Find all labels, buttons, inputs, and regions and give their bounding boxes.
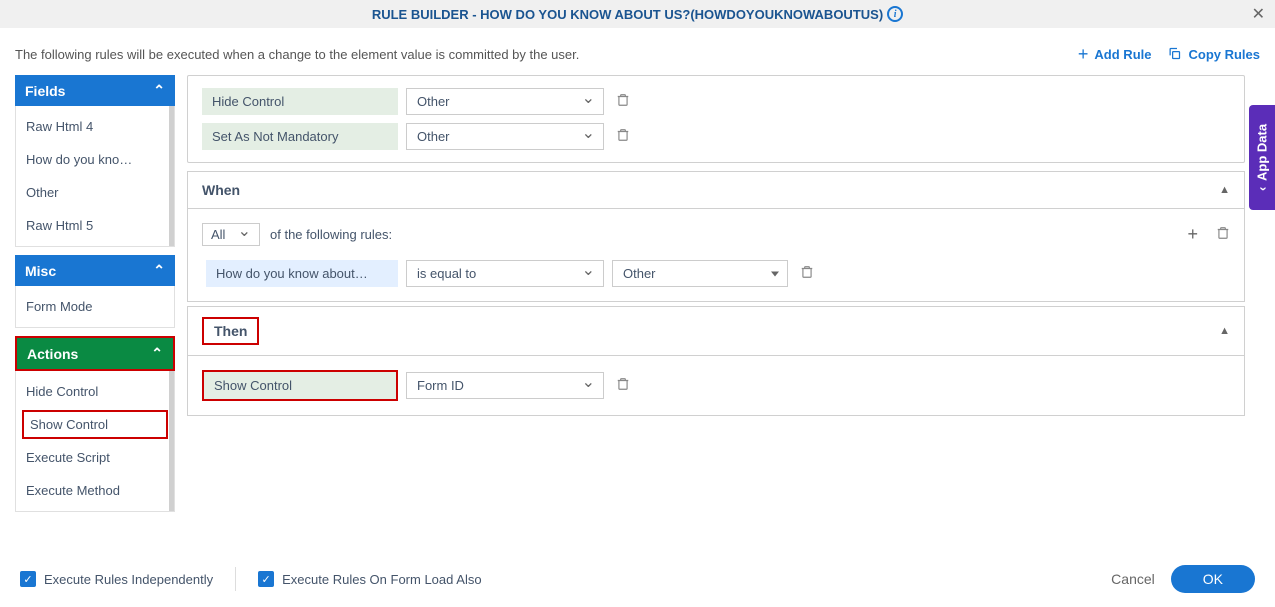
close-icon[interactable]: ✕ [1252, 4, 1265, 24]
operator-select[interactable]: is equal to [406, 260, 604, 287]
trash-icon[interactable] [800, 264, 814, 283]
checkbox-execute-independently[interactable]: ✓ Execute Rules Independently [20, 571, 213, 587]
sidebar-item-executemethod[interactable]: Execute Method [16, 474, 174, 507]
action-chip-showcontrol[interactable]: Show Control [202, 370, 398, 401]
sub-header-actions: + Add Rule Copy Rules [1078, 44, 1260, 65]
dialog-header: RULE BUILDER - HOW DO YOU KNOW ABOUT US?… [0, 0, 1275, 28]
then-label: Then [202, 317, 259, 345]
sub-header-text: The following rules will be executed whe… [15, 47, 579, 62]
checkbox-icon: ✓ [258, 571, 274, 587]
info-icon[interactable]: i [887, 6, 903, 22]
checkbox-execute-onload[interactable]: ✓ Execute Rules On Form Load Also [258, 571, 481, 587]
sidebar-item-howdoyouknow[interactable]: How do you kno… [16, 143, 174, 176]
divider [235, 567, 236, 591]
copy-icon [1167, 46, 1182, 64]
ok-button[interactable]: OK [1171, 565, 1255, 593]
sidebar-item-showcontrol[interactable]: Show Control [22, 410, 168, 439]
then-header: Then ▲ [187, 306, 1245, 355]
misc-section-body: Form Mode [15, 286, 175, 328]
sub-header: The following rules will be executed whe… [0, 28, 1275, 75]
trash-icon[interactable] [616, 92, 630, 111]
target-select-formid[interactable]: Form ID [406, 372, 604, 399]
sidebar-item-rawhtml4[interactable]: Raw Html 4 [16, 110, 174, 143]
dialog-title: RULE BUILDER - HOW DO YOU KNOW ABOUT US?… [372, 7, 883, 22]
actions-section-body: Hide Control Show Control Execute Script… [15, 371, 175, 512]
checkbox-label: Execute Rules Independently [44, 572, 213, 587]
condition-row: How do you know about… is equal to Other [202, 260, 1230, 287]
fields-section-header[interactable]: Fields ⌃ [15, 75, 175, 106]
dialog-title-wrap: RULE BUILDER - HOW DO YOU KNOW ABOUT US?… [372, 6, 903, 22]
checkbox-label: Execute Rules On Form Load Also [282, 572, 481, 587]
trash-icon[interactable] [616, 376, 630, 395]
action-chip-hidecontrol[interactable]: Hide Control [202, 88, 398, 115]
fields-section-label: Fields [25, 83, 65, 99]
trash-icon[interactable] [616, 127, 630, 146]
quantifier-suffix: of the following rules: [270, 227, 392, 242]
add-rule-label: Add Rule [1094, 47, 1151, 62]
target-select-other[interactable]: Other [406, 123, 604, 150]
collapse-up-icon[interactable]: ▲ [1219, 325, 1230, 337]
rule-row: Hide Control Other [202, 88, 1230, 115]
copy-rules-label: Copy Rules [1188, 47, 1260, 62]
when-body: All of the following rules: + How do you… [187, 208, 1245, 302]
when-label: When [202, 182, 240, 198]
app-data-tab[interactable]: ‹ App Data [1249, 105, 1275, 210]
value-select[interactable]: Other [612, 260, 788, 287]
copy-rules-button[interactable]: Copy Rules [1167, 44, 1260, 65]
checkbox-icon: ✓ [20, 571, 36, 587]
rule-row: Set As Not Mandatory Other [202, 123, 1230, 150]
sidebar-item-other[interactable]: Other [16, 176, 174, 209]
add-condition-icon[interactable]: + [1187, 224, 1198, 245]
add-rule-button[interactable]: + Add Rule [1078, 44, 1152, 65]
footer: ✓ Execute Rules Independently ✓ Execute … [0, 550, 1275, 607]
target-select-other[interactable]: Other [406, 88, 604, 115]
misc-section-header[interactable]: Misc ⌃ [15, 255, 175, 286]
plus-icon: + [1078, 44, 1089, 65]
actions-section-label: Actions [27, 346, 78, 362]
then-body: Show Control Form ID [187, 355, 1245, 416]
collapse-up-icon[interactable]: ▲ [1219, 184, 1230, 196]
rule-block-1: Hide Control Other Set As Not Mandatory … [187, 75, 1245, 163]
chevron-up-icon: ⌃ [151, 345, 163, 362]
misc-section-label: Misc [25, 263, 56, 279]
action-chip-notmandatory[interactable]: Set As Not Mandatory [202, 123, 398, 150]
fields-section-body: Raw Html 4 How do you kno… Other Raw Htm… [15, 106, 175, 247]
trash-icon[interactable] [1216, 225, 1230, 244]
field-chip[interactable]: How do you know about… [206, 260, 398, 287]
main-panel: Hide Control Other Set As Not Mandatory … [187, 75, 1275, 521]
sidebar-item-rawhtml5[interactable]: Raw Html 5 [16, 209, 174, 242]
sidebar: Fields ⌃ Raw Html 4 How do you kno… Othe… [15, 75, 175, 521]
quantifier-select[interactable]: All [202, 223, 260, 246]
sidebar-item-hidecontrol[interactable]: Hide Control [16, 375, 174, 408]
cancel-button[interactable]: Cancel [1111, 571, 1155, 587]
app-data-label: App Data [1255, 124, 1270, 181]
sidebar-item-executescript[interactable]: Execute Script [16, 441, 174, 474]
chevron-up-icon: ⌃ [153, 82, 165, 99]
sidebar-item-formmode[interactable]: Form Mode [16, 290, 174, 323]
when-header: When ▲ [187, 171, 1245, 208]
actions-section-header[interactable]: Actions ⌃ [15, 336, 175, 371]
chevron-up-icon: ⌃ [153, 262, 165, 279]
then-row: Show Control Form ID [202, 370, 1230, 401]
